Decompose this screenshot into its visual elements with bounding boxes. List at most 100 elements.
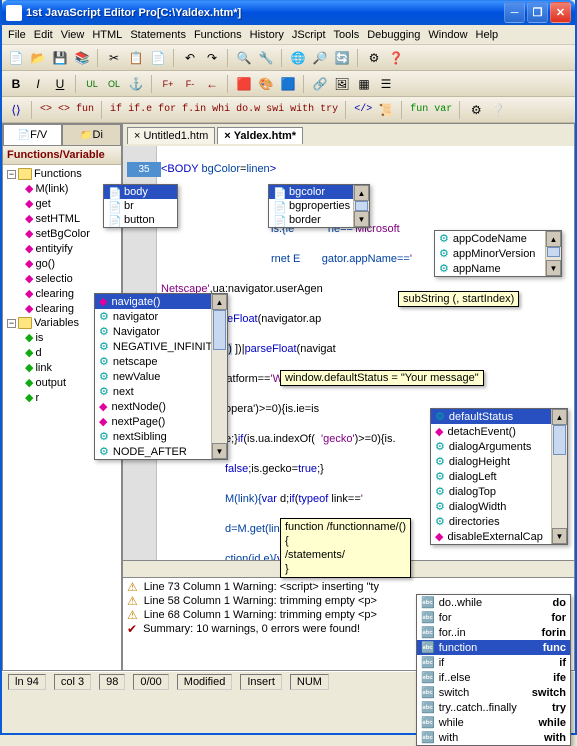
popup-item[interactable]: ◆nextPage()	[95, 414, 227, 429]
popup-item[interactable]: 📄br	[104, 199, 177, 213]
popup-item[interactable]: ⚙dialogHeight	[431, 454, 567, 469]
stmt-for[interactable]: for	[156, 104, 178, 115]
tab-di[interactable]: 📁 Di	[62, 124, 121, 146]
editor-tab-yaldex[interactable]: ×Yaldex.htm*	[217, 127, 303, 144]
popup-item[interactable]: 📄button	[104, 213, 177, 227]
popup-item[interactable]: ⚙NODE_AFTER	[95, 444, 227, 459]
popup-item[interactable]: ⚙netscape	[95, 354, 227, 369]
menu-help[interactable]: Help	[476, 29, 499, 41]
settings-icon[interactable]: ⚙	[364, 48, 384, 68]
color-icon[interactable]: 🟥	[234, 74, 254, 94]
paste-icon[interactable]: 📄	[148, 48, 168, 68]
menu-history[interactable]: History	[250, 29, 284, 41]
scroll-thumb[interactable]	[355, 201, 368, 211]
stmt-fun2[interactable]: fun	[408, 104, 430, 115]
stmt-ife[interactable]: if.e	[126, 104, 154, 115]
popup-item[interactable]: ⚙appMinorVersion	[435, 246, 561, 261]
menu-file[interactable]: File	[8, 29, 26, 41]
replace-icon[interactable]: 🔧	[256, 48, 276, 68]
menu-html[interactable]: HTML	[92, 29, 122, 41]
popup-item[interactable]: 🔤forfor	[417, 610, 570, 625]
popup-item[interactable]: 🔤whilewhile	[417, 715, 570, 730]
copy-icon[interactable]: 📋	[126, 48, 146, 68]
menu-statements[interactable]: Statements	[130, 29, 186, 41]
menu-tools[interactable]: Tools	[334, 29, 360, 41]
table-icon[interactable]: ▦	[354, 74, 374, 94]
tab-close-icon[interactable]: ×	[224, 130, 230, 142]
stmt-fun[interactable]: fun	[74, 104, 96, 115]
autocomplete-popup-statements[interactable]: 🔤do..whiledo 🔤forfor 🔤for..inforin 🔤func…	[416, 594, 571, 746]
scroll-up-icon[interactable]: ▲	[552, 409, 567, 425]
editor-tab-untitled[interactable]: ×Untitled1.htm	[127, 127, 215, 144]
font-dec-button[interactable]: F-	[180, 74, 200, 94]
help-icon[interactable]: ❓	[386, 48, 406, 68]
tree-item[interactable]: ◆entityify	[3, 241, 121, 256]
menu-view[interactable]: View	[61, 29, 85, 41]
cr-button[interactable]: ←	[202, 74, 222, 94]
stmt-if[interactable]: if	[108, 104, 124, 115]
open-icon[interactable]: 📂	[28, 48, 48, 68]
menu-jscript[interactable]: JScript	[292, 29, 326, 41]
close-button[interactable]: ✕	[550, 2, 571, 23]
autocomplete-popup-app[interactable]: ⚙appCodeName ⚙appMinorVersion ⚙appName ▲…	[434, 230, 562, 277]
ol-button[interactable]: OL	[104, 74, 124, 94]
popup-item[interactable]: ⚙nextSibling	[95, 429, 227, 444]
scroll-up-icon[interactable]: ▲	[212, 294, 227, 310]
stmt-with[interactable]: with	[288, 104, 316, 115]
stmt-var[interactable]: var	[432, 104, 454, 115]
save-icon[interactable]: 💾	[50, 48, 70, 68]
popup-item[interactable]: ⚙dialogArguments	[431, 439, 567, 454]
ul-button[interactable]: UL	[82, 74, 102, 94]
popup-item[interactable]: ⚙NEGATIVE_INFINITY	[95, 339, 227, 354]
help2-icon[interactable]: ❔	[488, 100, 508, 120]
new-icon[interactable]: 📄	[6, 48, 26, 68]
menu-edit[interactable]: Edit	[34, 29, 53, 41]
scroll-thumb[interactable]	[547, 247, 560, 257]
tree-item[interactable]: ◆selectio	[3, 271, 121, 286]
tree-node-functions[interactable]: −Functions	[3, 167, 121, 181]
minimize-button[interactable]: ─	[504, 2, 525, 23]
underline-button[interactable]: U	[50, 74, 70, 94]
popup-item[interactable]: 📄body	[104, 185, 177, 199]
menu-window[interactable]: Window	[428, 29, 467, 41]
stmt-tag[interactable]: <>	[38, 104, 54, 115]
menu-debugging[interactable]: Debugging	[367, 29, 420, 41]
saveall-icon[interactable]: 📚	[72, 48, 92, 68]
font-inc-button[interactable]: F+	[158, 74, 178, 94]
popup-item[interactable]: 🔤switchswitch	[417, 685, 570, 700]
popup-item[interactable]: 🔤ifif	[417, 655, 570, 670]
scrollbar[interactable]: ▲▼	[353, 185, 369, 227]
refresh-icon[interactable]: 🔄	[332, 48, 352, 68]
tab-close-icon[interactable]: ×	[134, 130, 140, 142]
find-icon[interactable]: 🔍	[234, 48, 254, 68]
popup-item[interactable]: 🔤try..catch..finallytry	[417, 700, 570, 715]
tab-fv[interactable]: 📄 F/V	[3, 124, 62, 146]
scroll-down-icon[interactable]: ▼	[552, 528, 567, 544]
popup-item[interactable]: ⚙Navigator	[95, 324, 227, 339]
italic-button[interactable]: I	[28, 74, 48, 94]
tree-item[interactable]: ◆go()	[3, 256, 121, 271]
anchor-icon[interactable]: ⚓	[126, 74, 146, 94]
stmt-try[interactable]: try	[318, 104, 340, 115]
popup-item[interactable]: 🔤for..inforin	[417, 625, 570, 640]
scroll-thumb[interactable]	[213, 310, 226, 350]
popup-item[interactable]: ⚙directories	[431, 514, 567, 529]
popup-item[interactable]: ◆navigate()	[95, 294, 227, 309]
menu-functions[interactable]: Functions	[194, 29, 242, 41]
scroll-down-icon[interactable]: ▼	[212, 443, 227, 459]
popup-item[interactable]: ◆disableExternalCap	[431, 529, 567, 544]
popup-item[interactable]: ⚙appCodeName	[435, 231, 561, 246]
autocomplete-popup-dialog[interactable]: ⚙defaultStatus ◆detachEvent() ⚙dialogArg…	[430, 408, 568, 545]
fill-icon[interactable]: 🟦	[278, 74, 298, 94]
palette-icon[interactable]: 🎨	[256, 74, 276, 94]
browser-icon[interactable]: 🌐	[288, 48, 308, 68]
bold-button[interactable]: B	[6, 74, 26, 94]
stmt-swi[interactable]: swi	[264, 104, 286, 115]
popup-item[interactable]: 🔤if..elseife	[417, 670, 570, 685]
popup-item[interactable]: ⚙appName	[435, 261, 561, 276]
output-line[interactable]: ⚠Line 73 Column 1 Warning: <script> inse…	[125, 580, 572, 594]
maximize-button[interactable]: ❐	[527, 2, 548, 23]
script-icon[interactable]: 📜	[376, 100, 396, 120]
popup-item[interactable]: ⚙dialogTop	[431, 484, 567, 499]
popup-item[interactable]: ◆detachEvent()	[431, 424, 567, 439]
